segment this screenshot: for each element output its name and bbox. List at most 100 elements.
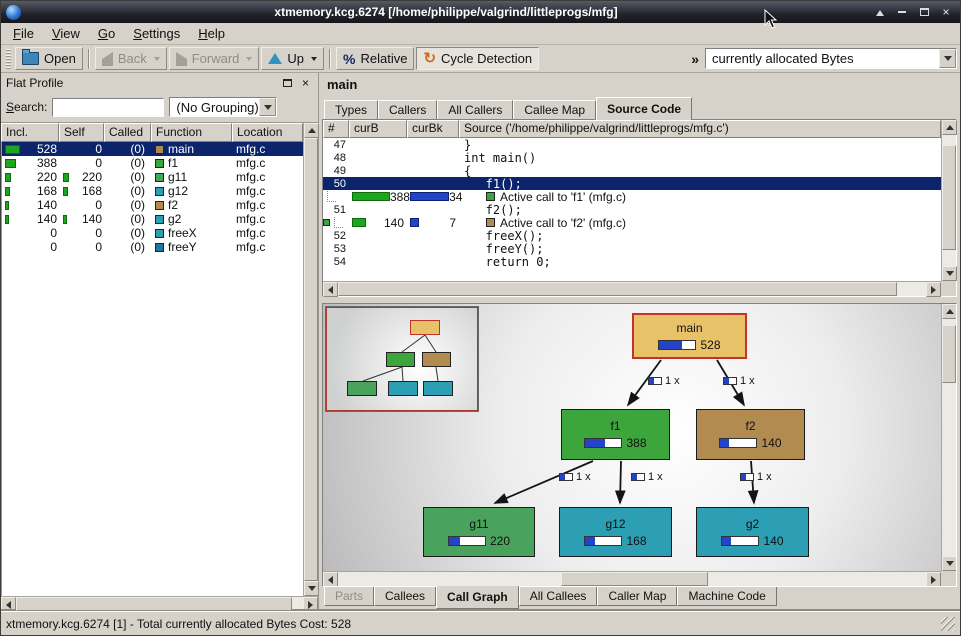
edge-label-f1-g12[interactable]: 1 x bbox=[631, 471, 663, 483]
tab-call-graph[interactable]: Call Graph bbox=[436, 586, 519, 609]
source-vscrollbar[interactable] bbox=[941, 120, 956, 281]
table-row-freeX[interactable]: 0 0 (0) freeX mfg.c bbox=[2, 226, 303, 240]
column-curB[interactable]: curB bbox=[349, 120, 407, 138]
scroll-down-button[interactable] bbox=[304, 581, 319, 596]
back-button[interactable]: Back bbox=[95, 47, 167, 70]
cycle-detection-button[interactable]: ↻ Cycle Detection bbox=[416, 47, 539, 70]
graph-node-f2[interactable]: f2 140 bbox=[696, 409, 805, 460]
edge-label-main-f1[interactable]: 1 x bbox=[648, 375, 680, 387]
scroll-up-button[interactable] bbox=[942, 120, 957, 135]
source-line[interactable]: 53 freeY(); bbox=[323, 242, 941, 255]
source-line[interactable]: 52 freeX(); bbox=[323, 229, 941, 242]
edge-label-main-f2[interactable]: 1 x bbox=[723, 375, 755, 387]
tab-types[interactable]: Types bbox=[324, 100, 378, 119]
tab-machine-code[interactable]: Machine Code bbox=[677, 587, 776, 606]
event-type-dropdown-button[interactable] bbox=[939, 49, 956, 68]
scroll-left-button[interactable] bbox=[323, 572, 338, 587]
source-call-line-f2[interactable]: 140 7 Active call to 'f2' (mfg.c) bbox=[323, 216, 941, 229]
scroll-down-button[interactable] bbox=[942, 556, 957, 571]
grouping-dropdown-button[interactable] bbox=[259, 98, 276, 116]
graph-node-main[interactable]: main 528 bbox=[632, 313, 747, 359]
dock-close-button[interactable]: × bbox=[298, 76, 313, 90]
menu-go[interactable]: Go bbox=[89, 24, 124, 43]
source-line[interactable]: 51 f2(); bbox=[323, 203, 941, 216]
source-hscrollbar[interactable] bbox=[323, 281, 941, 296]
scroll-thumb[interactable] bbox=[942, 145, 956, 250]
search-input[interactable] bbox=[52, 98, 164, 117]
graph-node-f1[interactable]: f1 388 bbox=[561, 409, 670, 460]
column-incl[interactable]: Incl. bbox=[1, 123, 59, 142]
edge-label-f1-g11[interactable]: 1 x bbox=[559, 471, 591, 483]
table-row-g12[interactable]: 168 168 (0) g12 mfg.c bbox=[2, 184, 303, 198]
grouping-select[interactable]: (No Grouping) bbox=[169, 97, 277, 117]
minimap-viewport[interactable] bbox=[326, 307, 478, 411]
scroll-left-button[interactable] bbox=[323, 282, 338, 297]
flat-profile-vscrollbar[interactable] bbox=[303, 123, 318, 596]
scroll-up-button[interactable] bbox=[304, 123, 319, 138]
open-button[interactable]: Open bbox=[15, 47, 83, 70]
flat-profile-hscrollbar[interactable] bbox=[1, 596, 318, 611]
edge-label-f2-g2[interactable]: 1 x bbox=[740, 471, 772, 483]
scroll-right-button[interactable] bbox=[303, 597, 318, 612]
tab-callee-map[interactable]: Callee Map bbox=[513, 100, 596, 119]
column-source[interactable]: Source ('/home/philippe/valgrind/littlep… bbox=[459, 120, 941, 138]
toolbar-handle[interactable] bbox=[6, 49, 11, 69]
tab-all-callees[interactable]: All Callees bbox=[519, 587, 598, 606]
column-location[interactable]: Location bbox=[232, 123, 303, 142]
toolbar-overflow-button[interactable]: » bbox=[687, 51, 703, 67]
scroll-up-button[interactable] bbox=[942, 304, 957, 319]
scroll-down-button[interactable] bbox=[942, 266, 957, 281]
graph-node-g11[interactable]: g11 220 bbox=[423, 507, 535, 557]
maximize-button[interactable] bbox=[915, 4, 933, 20]
tab-parts[interactable]: Parts bbox=[324, 587, 374, 606]
tab-caller-map[interactable]: Caller Map bbox=[597, 587, 677, 606]
source-line[interactable]: 48int main() bbox=[323, 151, 941, 164]
source-line-selected[interactable]: 50 f1(); bbox=[323, 177, 941, 190]
shade-button[interactable] bbox=[871, 4, 889, 20]
menu-help[interactable]: Help bbox=[189, 24, 234, 43]
scroll-thumb[interactable] bbox=[561, 572, 708, 586]
graph-node-g12[interactable]: g12 168 bbox=[559, 507, 672, 557]
event-type-select[interactable]: currently allocated Bytes bbox=[705, 48, 957, 69]
dock-float-button[interactable] bbox=[280, 76, 295, 90]
column-function[interactable]: Function bbox=[151, 123, 232, 142]
forward-button[interactable]: Forward bbox=[169, 47, 260, 70]
source-line[interactable]: 47} bbox=[323, 138, 941, 151]
column-self[interactable]: Self bbox=[59, 123, 104, 142]
source-line[interactable]: 54 return 0; bbox=[323, 255, 941, 268]
close-button[interactable]: × bbox=[937, 4, 955, 20]
table-row-g2[interactable]: 140 140 (0) g2 mfg.c bbox=[2, 212, 303, 226]
menu-file[interactable]: File bbox=[4, 24, 43, 43]
titlebar[interactable]: xtmemory.kcg.6274 [/home/philippe/valgri… bbox=[1, 1, 960, 23]
column-called[interactable]: Called bbox=[104, 123, 151, 142]
graph-overview-minimap[interactable] bbox=[325, 306, 479, 412]
scroll-thumb[interactable] bbox=[338, 282, 897, 296]
up-button[interactable]: Up bbox=[261, 47, 324, 70]
column-curBk[interactable]: curBk bbox=[407, 120, 459, 138]
menu-view[interactable]: View bbox=[43, 24, 89, 43]
column-line-number[interactable]: # bbox=[323, 120, 349, 138]
graph-hscrollbar[interactable] bbox=[323, 571, 941, 586]
call-graph-view[interactable]: main 528 f1 388 f2 140 g11 220 g12 168 bbox=[322, 303, 957, 587]
tab-source-code[interactable]: Source Code bbox=[596, 97, 692, 120]
scroll-thumb[interactable] bbox=[16, 597, 292, 611]
scroll-left-button[interactable] bbox=[1, 597, 16, 612]
dock-titlebar[interactable]: Flat Profile × bbox=[1, 73, 318, 92]
tab-all-callers[interactable]: All Callers bbox=[437, 100, 513, 119]
relative-toggle-button[interactable]: % Relative bbox=[336, 47, 414, 70]
source-line[interactable]: 49{ bbox=[323, 164, 941, 177]
scroll-thumb[interactable] bbox=[304, 138, 318, 581]
table-row-f2[interactable]: 140 0 (0) f2 mfg.c bbox=[2, 198, 303, 212]
source-call-line-f1[interactable]: 388 34 Active call to 'f1' (mfg.c) bbox=[323, 190, 941, 203]
table-row-freeY[interactable]: 0 0 (0) freeY mfg.c bbox=[2, 240, 303, 254]
minimize-button[interactable] bbox=[893, 4, 911, 20]
graph-node-g2[interactable]: g2 140 bbox=[696, 507, 809, 557]
tab-callees[interactable]: Callees bbox=[374, 587, 436, 606]
scroll-right-button[interactable] bbox=[926, 282, 941, 297]
table-row-f1[interactable]: 388 0 (0) f1 mfg.c bbox=[2, 156, 303, 170]
scroll-thumb[interactable] bbox=[942, 325, 956, 383]
resize-grip[interactable] bbox=[941, 617, 955, 631]
graph-vscrollbar[interactable] bbox=[941, 304, 956, 571]
table-row-main[interactable]: 528 0 (0) main mfg.c bbox=[2, 142, 303, 156]
menu-settings[interactable]: Settings bbox=[124, 24, 189, 43]
